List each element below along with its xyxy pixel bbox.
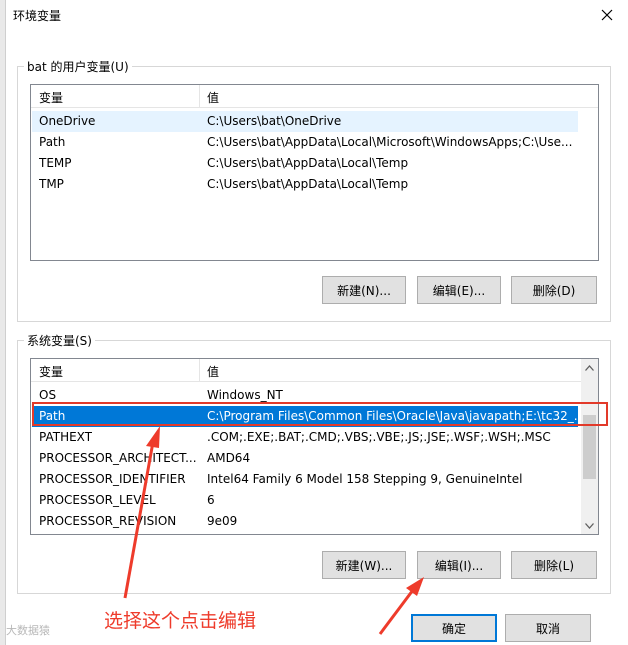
- arrow-to-edit-icon: [378, 577, 424, 635]
- annotation-text: 选择这个点击编辑: [104, 610, 257, 632]
- watermark: 大数据猿: [6, 624, 50, 637]
- arrow-to-path-icon: [123, 426, 160, 599]
- annotation-arrows: [123, 426, 424, 635]
